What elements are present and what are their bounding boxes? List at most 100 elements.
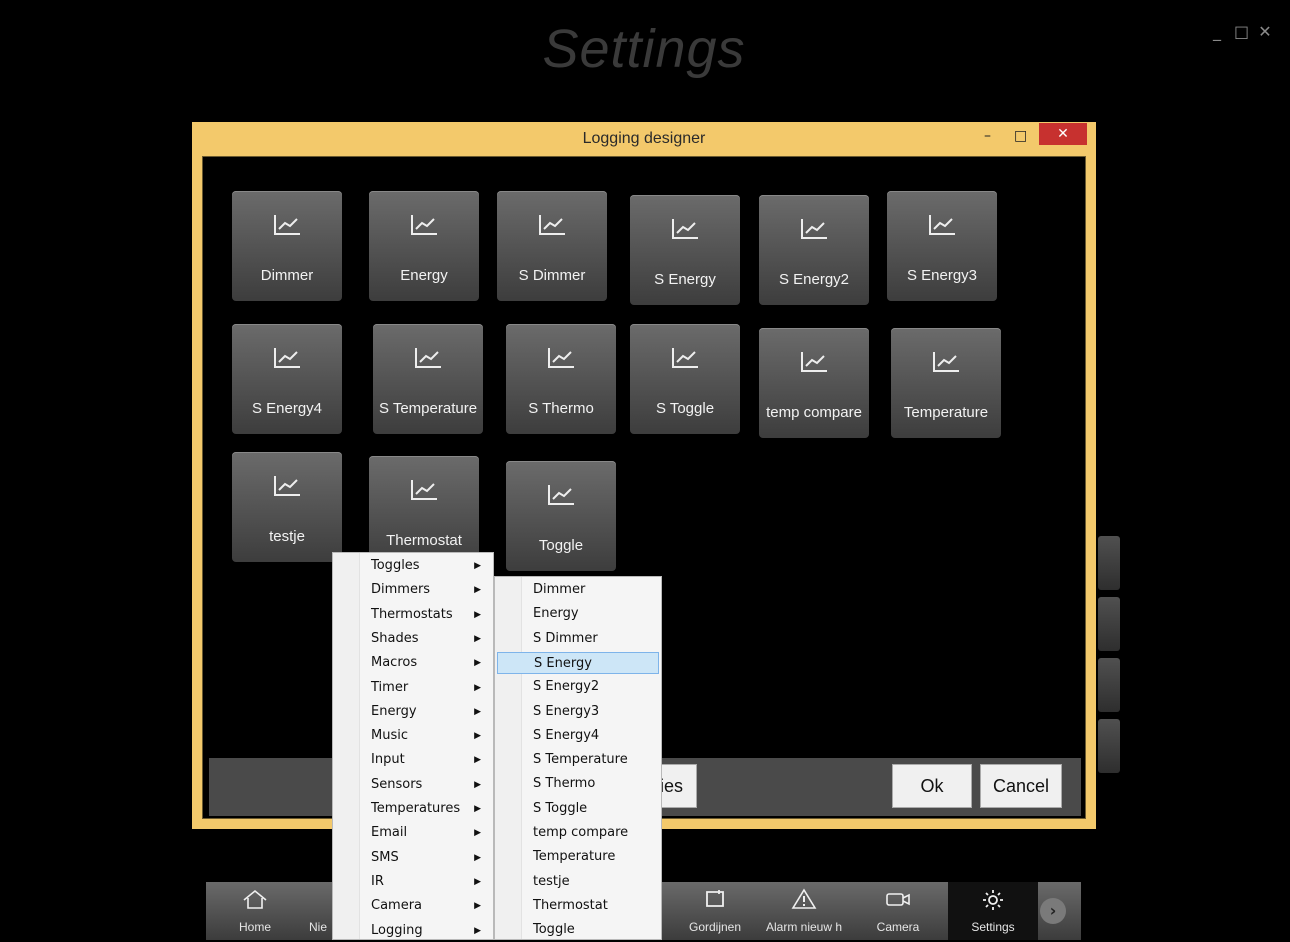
taskbar-nieuw-label: Nie (308, 920, 327, 934)
logging-tile[interactable]: Thermostat (369, 456, 479, 566)
menu-primary-item[interactable]: IR ▶ (335, 871, 491, 893)
ok-button[interactable]: Ok (892, 764, 972, 808)
menu-secondary-item[interactable]: S Energy2 (497, 676, 659, 698)
menu-primary-item-label: Thermostats (371, 606, 453, 622)
chart-line-icon (497, 213, 607, 241)
menu-secondary-item[interactable]: S Energy (497, 651, 659, 674)
menu-secondary-item-label: S Energy4 (533, 727, 600, 743)
taskbar-settings[interactable]: Settings (948, 882, 1038, 940)
menu-secondary-item-label: S Thermo (533, 776, 596, 792)
minimize-button[interactable]: _ (1210, 22, 1224, 41)
context-menu-secondary: Dimmer Energy S Dimmer S Energy S Energy2 S E… (494, 576, 662, 940)
menu-secondary-item[interactable]: S Energy3 (497, 701, 659, 723)
chevron-right-icon: ▶ (474, 706, 481, 717)
menu-primary-item[interactable]: Logging ▶ (335, 920, 491, 942)
tile-label: Thermostat (386, 532, 462, 549)
menu-secondary-item[interactable]: Toggle (497, 919, 659, 941)
menu-primary-item[interactable]: Input ▶ (335, 749, 491, 771)
menu-primary-item[interactable]: Macros ▶ (335, 652, 491, 674)
menu-primary-item-label: Energy (371, 703, 417, 719)
taskbar-alarm[interactable]: Alarm nieuw h (756, 882, 852, 940)
menu-primary-item[interactable]: Sensors ▶ (335, 774, 491, 796)
dialog-maximize-button[interactable]: □ (1014, 128, 1027, 144)
menu-primary-item-label: Temperatures (371, 801, 461, 816)
logging-tile[interactable]: S Thermo (506, 324, 616, 434)
taskbar-home[interactable]: Home (206, 882, 304, 940)
menu-secondary-item-label: temp compare (533, 825, 629, 840)
menu-secondary-item[interactable]: Dimmer (497, 579, 659, 601)
menu-primary-item[interactable]: Camera ▶ (335, 895, 491, 917)
maximize-button[interactable]: □ (1234, 22, 1249, 41)
chart-line-icon (232, 474, 342, 502)
menu-secondary-item[interactable]: temp compare (497, 822, 659, 844)
tile-label: temp compare (766, 404, 862, 421)
tile-label: S Energy2 (778, 271, 850, 288)
menu-secondary-item[interactable]: Temperature (497, 846, 659, 868)
chart-line-icon (630, 346, 740, 374)
chevron-right-icon: ▶ (474, 852, 481, 863)
close-button[interactable]: ✕ (1258, 22, 1272, 41)
menu-primary-item[interactable]: Thermostats ▶ (335, 604, 491, 626)
menu-primary-item[interactable]: Temperatures ▶ (335, 798, 491, 820)
tile-label: S Thermo (528, 400, 594, 417)
menu-secondary-item[interactable]: S Thermo (497, 773, 659, 795)
logging-tile[interactable]: S Energy3 (887, 191, 997, 301)
side-button-2[interactable] (1098, 597, 1120, 651)
logging-tile[interactable]: testje (232, 452, 342, 562)
menu-secondary-item[interactable]: Energy (497, 603, 659, 625)
logging-tile[interactable]: S Energy4 (232, 324, 342, 434)
side-button-1[interactable] (1098, 536, 1120, 590)
menu-secondary-item[interactable]: testje (497, 871, 659, 893)
cancel-button[interactable]: Cancel (980, 764, 1062, 808)
chevron-right-icon: ▶ (474, 901, 481, 912)
chart-line-icon (630, 217, 740, 245)
tile-label: Energy (400, 267, 448, 284)
chevron-right-icon: ▶ (474, 779, 481, 790)
chart-line-icon (759, 350, 869, 378)
side-button-3[interactable] (1098, 658, 1120, 712)
taskbar-camera[interactable]: Camera (866, 882, 930, 940)
menu-primary-item-label: Input (371, 752, 405, 768)
logging-tile[interactable]: S Energy2 (759, 195, 869, 305)
side-button-4[interactable] (1098, 719, 1120, 773)
menu-primary-item-label: Email (371, 825, 408, 841)
logging-tile[interactable]: temp compare (759, 328, 869, 438)
menu-secondary-item[interactable]: S Energy4 (497, 725, 659, 747)
menu-primary-item[interactable]: Toggles ▶ (335, 555, 491, 577)
menu-secondary-item[interactable]: Thermostat (497, 895, 659, 917)
menu-secondary-item-label: Energy (533, 606, 579, 622)
menu-primary-item[interactable]: Dimmers ▶ (335, 579, 491, 601)
taskbar-camera-label: Camera (876, 920, 920, 934)
logging-tile[interactable]: Dimmer (232, 191, 342, 301)
tile-label: S Energy (654, 271, 716, 288)
menu-primary-item-label: Macros (371, 655, 418, 671)
tile-label: Toggle (538, 537, 584, 554)
menu-primary-item[interactable]: Email ▶ (335, 822, 491, 844)
menu-primary-item-label: Music (371, 728, 408, 744)
logging-tile[interactable]: Toggle (506, 461, 616, 571)
logging-tile[interactable]: S Dimmer (497, 191, 607, 301)
menu-primary-item[interactable]: Timer ▶ (335, 677, 491, 699)
menu-primary-item[interactable]: SMS ▶ (335, 847, 491, 869)
dialog-close-button[interactable]: ✕ (1039, 123, 1087, 145)
logging-tile[interactable]: Energy (369, 191, 479, 301)
taskbar-next-button[interactable]: › (1040, 890, 1070, 930)
menu-secondary-item[interactable]: S Dimmer (497, 628, 659, 650)
logging-tile[interactable]: S Toggle (630, 324, 740, 434)
taskbar-nieuw[interactable]: Nie (304, 882, 332, 940)
menu-primary-item[interactable]: Music ▶ (335, 725, 491, 747)
menu-primary-item-label: Camera (371, 898, 423, 914)
logging-tile[interactable]: S Energy (630, 195, 740, 305)
dialog-minimize-button[interactable]: – (984, 128, 991, 144)
menu-primary-item[interactable]: Shades ▶ (335, 628, 491, 650)
menu-secondary-item[interactable]: S Temperature (497, 749, 659, 771)
logging-tile[interactable]: Temperature (891, 328, 1001, 438)
taskbar-gordijnen[interactable]: Gordijnen (678, 882, 752, 940)
menu-secondary-item[interactable]: S Toggle (497, 798, 659, 820)
menu-primary-item[interactable]: Energy ▶ (335, 701, 491, 723)
tile-label: testje (269, 528, 305, 545)
logging-tile[interactable]: S Temperature (373, 324, 483, 434)
menu-primary-item-label: Logging (371, 922, 423, 938)
taskbar-settings-label: Settings (971, 920, 1015, 934)
chart-line-icon (369, 478, 479, 506)
